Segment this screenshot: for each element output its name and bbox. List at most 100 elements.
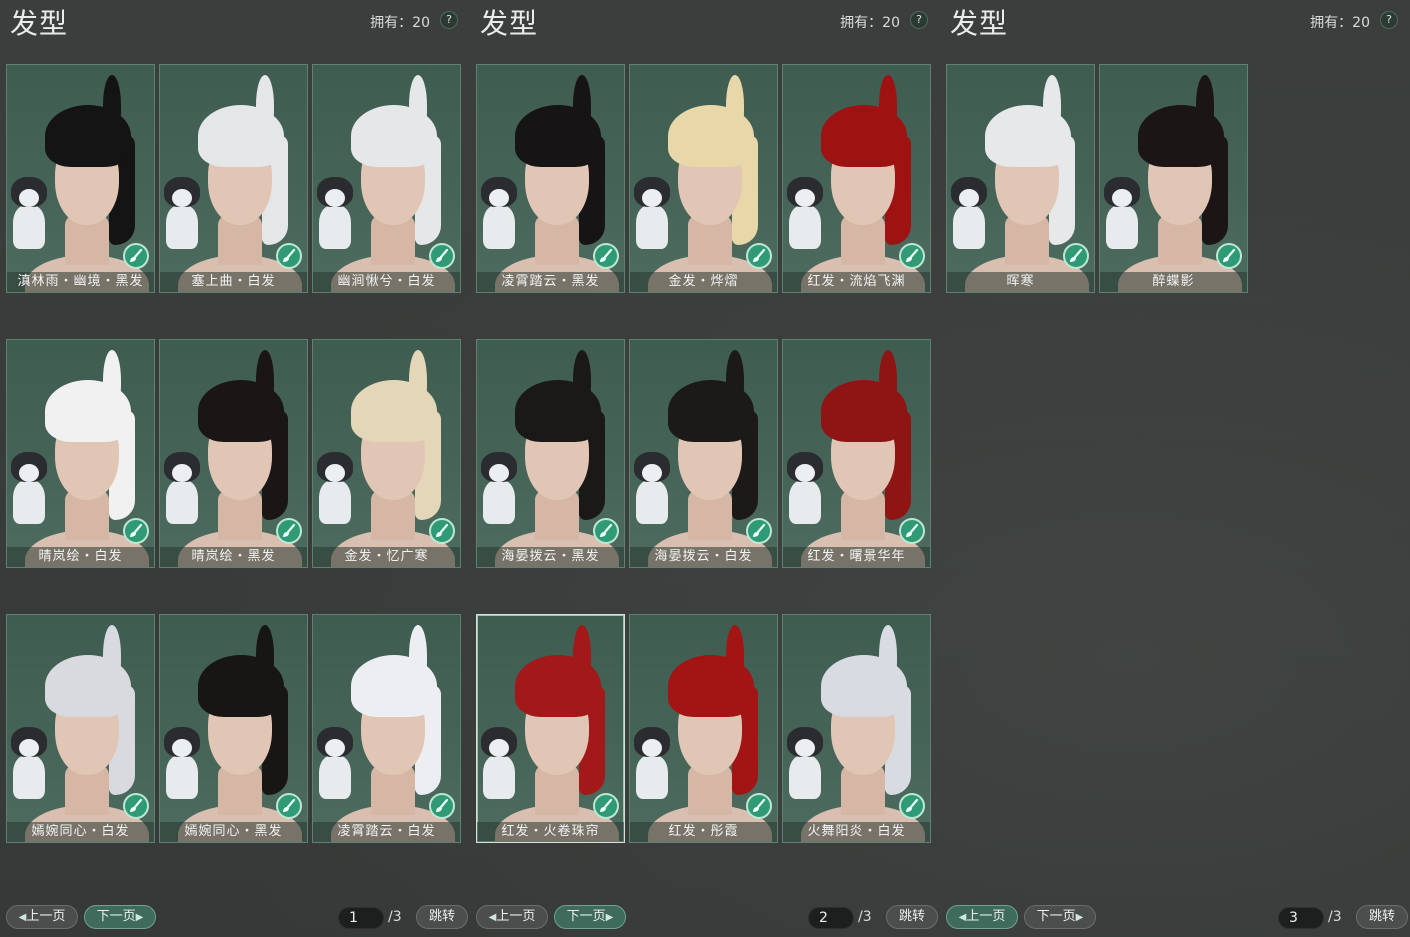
help-icon[interactable]: ?	[1380, 11, 1398, 29]
hairstyle-name: 塞上曲・白发	[160, 272, 307, 292]
husky-pet-icon	[9, 177, 49, 249]
dye-brush-icon[interactable]	[593, 518, 619, 544]
husky-pet-icon	[785, 452, 825, 524]
husky-pet-icon	[315, 727, 355, 799]
husky-pet-icon	[632, 452, 672, 524]
page-number-input[interactable]: 1	[338, 907, 384, 929]
page-total: /3	[858, 909, 872, 925]
next-page-button[interactable]: 下一页▶	[1024, 905, 1096, 929]
husky-pet-icon	[315, 452, 355, 524]
husky-pet-icon	[785, 177, 825, 249]
page-total: /3	[1328, 909, 1342, 925]
hairstyle-panel-page-2: 发型 拥有：20? 凌霄踏云・黑发 金发・烨熠 红发・流焰飞渊 海晏拨云・黑发 …	[470, 0, 940, 937]
owned-count: 拥有：20	[1310, 15, 1370, 31]
prev-page-button[interactable]: ◀上一页	[946, 905, 1018, 929]
hairstyle-name: 滇林雨・幽境・黑发	[7, 272, 154, 292]
hairstyle-card[interactable]: 红发・流焰飞渊	[782, 64, 931, 293]
hairstyle-card[interactable]: 金发・烨熠	[629, 64, 778, 293]
panel-title: 发型	[480, 7, 539, 40]
hairstyle-card[interactable]: 红发・曙景华年	[782, 339, 931, 568]
hairstyle-name: 嫣婉同心・白发	[7, 822, 154, 842]
panel-title: 发型	[10, 7, 69, 40]
hairstyle-name: 晴岚绘・白发	[7, 547, 154, 567]
hairstyle-card[interactable]: 凌霄踏云・白发	[312, 614, 461, 843]
hairstyle-panel-page-1: 发型 拥有：20? 滇林雨・幽境・黑发 塞上曲・白发 幽涧愀兮・白发 晴岚绘・白…	[0, 0, 470, 937]
hairstyle-name: 火舞阳炎・白发	[783, 822, 930, 842]
jump-button[interactable]: 跳转	[416, 905, 468, 929]
husky-pet-icon	[9, 727, 49, 799]
husky-pet-icon	[162, 727, 202, 799]
hairstyle-card[interactable]: 滇林雨・幽境・黑发	[6, 64, 155, 293]
hairstyle-name: 幽涧愀兮・白发	[313, 272, 460, 292]
hairstyle-name: 晴岚绘・黑发	[160, 547, 307, 567]
dye-brush-icon[interactable]	[429, 793, 455, 819]
next-page-button[interactable]: 下一页▶	[84, 905, 156, 929]
hairstyle-card[interactable]: 幽涧愀兮・白发	[312, 64, 461, 293]
hairstyle-name: 嫣婉同心・黑发	[160, 822, 307, 842]
husky-pet-icon	[162, 452, 202, 524]
husky-pet-icon	[162, 177, 202, 249]
hairstyle-card[interactable]: 海晏拨云・白发	[629, 339, 778, 568]
dye-brush-icon[interactable]	[746, 243, 772, 269]
husky-pet-icon	[785, 727, 825, 799]
help-icon[interactable]: ?	[440, 11, 458, 29]
hairstyle-grid: 凌霄踏云・黑发 金发・烨熠 红发・流焰飞渊 海晏拨云・黑发 海晏拨云・白发 红发…	[476, 64, 931, 843]
husky-pet-icon	[479, 452, 519, 524]
husky-pet-icon	[479, 177, 519, 249]
hairstyle-name: 凌霄踏云・白发	[313, 822, 460, 842]
dye-brush-icon[interactable]	[123, 518, 149, 544]
dye-brush-icon[interactable]	[899, 243, 925, 269]
dye-brush-icon[interactable]	[746, 793, 772, 819]
hairstyle-name: 醉蝶影	[1100, 272, 1247, 292]
page-number-input[interactable]: 3	[1278, 907, 1324, 929]
dye-brush-icon[interactable]	[899, 518, 925, 544]
hairstyle-name: 金发・烨熠	[630, 272, 777, 292]
owned-count: 拥有：20	[840, 15, 900, 31]
dye-brush-icon[interactable]	[899, 793, 925, 819]
next-page-button[interactable]: 下一页▶	[554, 905, 626, 929]
husky-pet-icon	[949, 177, 989, 249]
hairstyle-card[interactable]: 火舞阳炎・白发	[782, 614, 931, 843]
hairstyle-card[interactable]: 晖寒	[946, 64, 1095, 293]
hairstyle-card[interactable]: 红发・彤霞	[629, 614, 778, 843]
hairstyle-card[interactable]: 晴岚绘・黑发	[159, 339, 308, 568]
hairstyle-card[interactable]: 红发・火卷珠帘	[476, 614, 625, 843]
hairstyle-name: 海晏拨云・白发	[630, 547, 777, 567]
dye-brush-icon[interactable]	[276, 793, 302, 819]
dye-brush-icon[interactable]	[593, 793, 619, 819]
dye-brush-icon[interactable]	[746, 518, 772, 544]
hairstyle-card[interactable]: 塞上曲・白发	[159, 64, 308, 293]
pagination: ◀上一页 下一页▶ 1 /3 跳转	[0, 905, 470, 931]
hairstyle-card[interactable]: 嫣婉同心・黑发	[159, 614, 308, 843]
dye-brush-icon[interactable]	[1063, 243, 1089, 269]
chevron-right-icon: ▶	[135, 912, 144, 923]
hairstyle-name: 红发・流焰飞渊	[783, 272, 930, 292]
dye-brush-icon[interactable]	[429, 518, 455, 544]
help-icon[interactable]: ?	[910, 11, 928, 29]
hairstyle-name: 凌霄踏云・黑发	[477, 272, 624, 292]
dye-brush-icon[interactable]	[593, 243, 619, 269]
prev-page-button[interactable]: ◀上一页	[476, 905, 548, 929]
page-number-input[interactable]: 2	[808, 907, 854, 929]
dye-brush-icon[interactable]	[429, 243, 455, 269]
jump-button[interactable]: 跳转	[1356, 905, 1408, 929]
hairstyle-card[interactable]: 凌霄踏云・黑发	[476, 64, 625, 293]
jump-button[interactable]: 跳转	[886, 905, 938, 929]
prev-page-button[interactable]: ◀上一页	[6, 905, 78, 929]
husky-pet-icon	[632, 177, 672, 249]
hairstyle-card[interactable]: 金发・忆广寒	[312, 339, 461, 568]
dye-brush-icon[interactable]	[276, 243, 302, 269]
panel-title: 发型	[950, 7, 1009, 40]
hairstyle-card[interactable]: 晴岚绘・白发	[6, 339, 155, 568]
dye-brush-icon[interactable]	[1216, 243, 1242, 269]
hairstyle-name: 红发・曙景华年	[783, 547, 930, 567]
dye-brush-icon[interactable]	[123, 793, 149, 819]
husky-pet-icon	[632, 727, 672, 799]
chevron-right-icon: ▶	[1075, 912, 1084, 923]
pagination: ◀上一页 下一页▶ 3 /3 跳转	[940, 905, 1410, 931]
dye-brush-icon[interactable]	[276, 518, 302, 544]
hairstyle-card[interactable]: 嫣婉同心・白发	[6, 614, 155, 843]
hairstyle-card[interactable]: 海晏拨云・黑发	[476, 339, 625, 568]
hairstyle-card[interactable]: 醉蝶影	[1099, 64, 1248, 293]
dye-brush-icon[interactable]	[123, 243, 149, 269]
